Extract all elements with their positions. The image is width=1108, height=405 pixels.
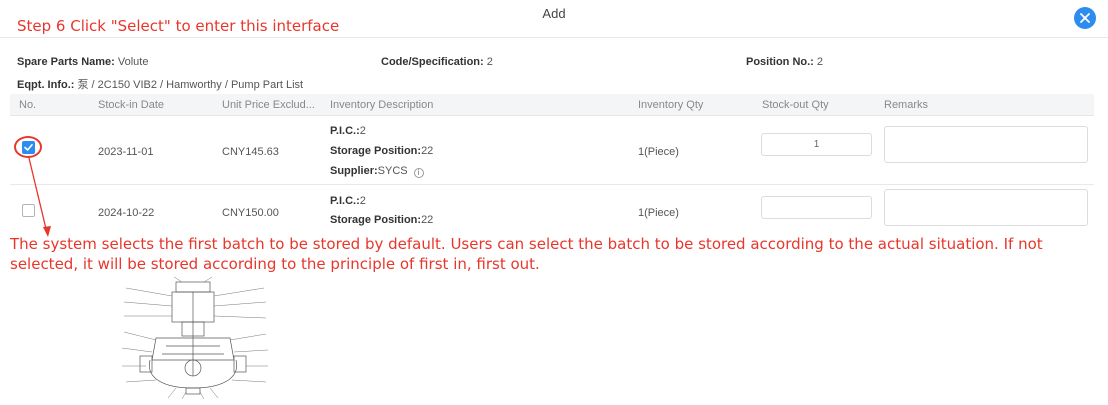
storage-position-line: Storage Position:22 xyxy=(330,145,434,157)
close-button[interactable] xyxy=(1074,7,1096,29)
pic-line: P.I.C.:2 xyxy=(330,195,366,207)
dialog-title: Add xyxy=(542,6,566,21)
stock-out-qty-input[interactable]: 1 xyxy=(761,133,872,156)
inventory-qty-cell: 1(Piece) xyxy=(638,207,679,219)
column-header-unit-price: Unit Price Exclud... xyxy=(222,99,315,111)
annotation-text: The system selects the first batch to be… xyxy=(10,235,1043,273)
inventory-qty-cell: 1(Piece) xyxy=(638,146,679,158)
column-header-inventory-qty: Inventory Qty xyxy=(638,99,704,111)
unit-price-cell: CNY150.00 xyxy=(222,207,279,219)
row-divider xyxy=(10,184,1094,185)
header-divider xyxy=(0,37,1108,38)
supplier-line: Supplier:SYCS i xyxy=(330,165,424,178)
position-no-field: Position No.: 2 xyxy=(746,56,824,68)
stock-out-qty-input[interactable] xyxy=(761,196,872,219)
pump-drawing xyxy=(121,276,269,400)
column-header-remarks: Remarks xyxy=(884,99,929,111)
column-header-no: No. xyxy=(19,99,37,111)
remarks-input[interactable] xyxy=(884,189,1088,226)
info-icon[interactable]: i xyxy=(413,168,424,178)
storage-position-line: Storage Position:22 xyxy=(330,214,434,226)
column-header-stock-in-date: Stock-in Date xyxy=(98,99,165,111)
close-icon xyxy=(1080,13,1090,23)
column-header-stock-out-qty: Stock-out Qty xyxy=(762,99,829,111)
table-header: No. Stock-in Date Unit Price Exclud... I… xyxy=(10,94,1094,116)
highlight-circle xyxy=(14,136,42,158)
unit-price-cell: CNY145.63 xyxy=(222,146,279,158)
row-select-checkbox[interactable] xyxy=(22,204,35,217)
code-specification-field: Code/Specification: 2 xyxy=(381,56,493,68)
column-header-inventory-description: Inventory Description xyxy=(330,99,434,111)
pic-line: P.I.C.:2 xyxy=(330,125,366,137)
remarks-input[interactable] xyxy=(884,126,1088,163)
equipment-info-field: Eqpt. Info.: 泵 / 2C150 VIB2 / Hamworthy … xyxy=(17,79,304,91)
stock-in-date-cell: 2023-11-01 xyxy=(98,146,154,158)
stock-in-date-cell: 2024-10-22 xyxy=(98,207,155,219)
spare-parts-name-field: Spare Parts Name: Volute xyxy=(17,56,149,68)
